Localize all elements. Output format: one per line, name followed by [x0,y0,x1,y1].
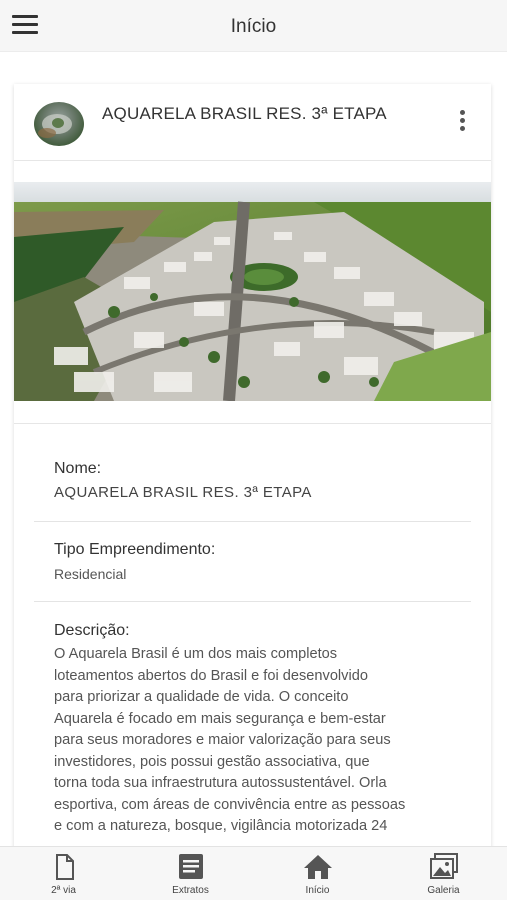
home-icon [303,855,332,879]
description-label: Descrição: [54,622,130,639]
bottom-nav: 2ª via Extratos Início Galeria [0,846,507,900]
gallery-icon [429,853,458,879]
card-title: AQUARELA BRASIL RES. 3ª ETAPA [102,104,387,123]
page-title: Início [230,16,277,37]
divider [34,521,471,522]
development-avatar [34,102,84,146]
nav-item-inicio[interactable]: Início [254,847,381,900]
development-aerial-photo [14,182,491,401]
description-line: Aquarela é focado em mais segurança e be… [54,710,386,727]
nav-label: Início [305,885,330,896]
document-icon [55,854,74,880]
type-label: Tipo Empreendimento: [54,541,216,558]
nav-item-galeria[interactable]: Galeria [380,847,507,900]
description-line: para seus moradores e maior valorização … [54,732,391,748]
description-line: esportiva, com áreas de convivência entr… [54,796,406,813]
name-label: Nome: [54,460,102,477]
list-icon [178,854,203,879]
name-value: AQUARELA BRASIL RES. 3ª ETAPA [54,484,312,501]
divider [34,601,471,602]
description-text: O Aquarela Brasil é um dos mais completo… [54,644,464,838]
nav-label: Extratos [172,885,209,896]
nav-item-2a-via[interactable]: 2ª via [0,847,127,900]
more-vertical-icon[interactable] [457,110,467,136]
description-line: loteamentos abertos do Brasil e foi dese… [54,667,368,684]
description-line: torna toda sua infraestrutura autossuste… [54,775,387,791]
app-header: Início [0,0,507,52]
nav-item-extratos[interactable]: Extratos [127,847,254,900]
development-details: Nome: AQUARELA BRASIL RES. 3ª ETAPA Tipo… [14,423,491,834]
nav-label: Galeria [427,885,460,896]
description-line: investidores, pois possui gestão associa… [54,753,370,770]
development-card: AQUARELA BRASIL RES. 3ª ETAPA Nome: AQUA… [14,84,491,864]
type-value: Residencial [54,566,127,582]
description-line: para priorizar a qualidade de vida. O co… [54,689,349,705]
card-header: AQUARELA BRASIL RES. 3ª ETAPA [14,84,491,161]
description-line: O Aquarela Brasil é um dos mais completo… [54,646,338,662]
nav-label: 2ª via [51,885,76,896]
description-line: e com a natureza, bosque, vigilância mot… [54,818,388,834]
